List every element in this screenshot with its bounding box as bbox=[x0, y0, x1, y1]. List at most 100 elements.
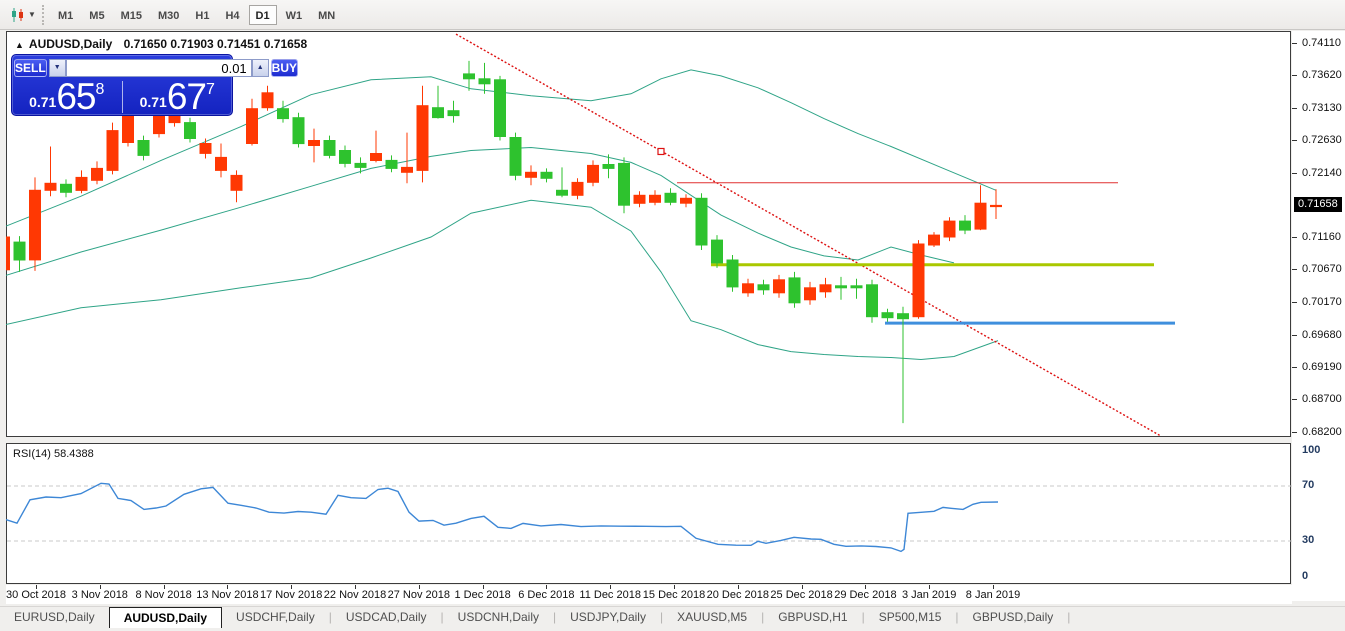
tab-separator: | bbox=[1067, 610, 1071, 624]
price-axis[interactable]: 0.74110 0.73620 0.73130 0.72630 0.72140 0.711… bbox=[1292, 31, 1345, 601]
candle-body bbox=[897, 313, 909, 320]
price-tick-mark bbox=[1292, 366, 1297, 368]
candle-body bbox=[587, 164, 599, 183]
timeframe-button-mn[interactable]: MN bbox=[311, 5, 342, 25]
buy-price[interactable]: 0.71 67 7 bbox=[123, 78, 233, 115]
chart-tab-gbpusd[interactable]: GBPUSD,Daily bbox=[959, 607, 1068, 628]
timeframe-button-h4[interactable]: H4 bbox=[218, 5, 246, 25]
price-tick-label: 0.71160 bbox=[1302, 231, 1341, 244]
candle-body bbox=[726, 259, 739, 288]
candle-body bbox=[835, 285, 847, 289]
trendline-handle[interactable] bbox=[657, 147, 665, 156]
date-tick-label: 8 Jan 2019 bbox=[965, 589, 1021, 601]
chart-tab-sp500[interactable]: SP500,M15 bbox=[865, 607, 956, 628]
bollinger-lower-band bbox=[6, 199, 999, 361]
timeframe-buttons: M1 M5 M15 M30 H1 H4 D1 W1 MN bbox=[50, 4, 343, 25]
symbol-period-label: AUDUSD,Daily bbox=[28, 37, 113, 51]
candle-body bbox=[618, 162, 630, 206]
candle-body bbox=[246, 108, 258, 144]
timeframe-toolbar: ▼ M1 M5 M15 M30 H1 H4 D1 W1 MN bbox=[0, 0, 1345, 30]
chart-tab-usdcad[interactable]: USDCAD,Daily bbox=[332, 607, 441, 628]
timeframe-button-d1[interactable]: D1 bbox=[248, 4, 277, 25]
chart-tab-usdjpy[interactable]: USDJPY,Daily bbox=[556, 607, 660, 628]
price-tick-label: 0.69680 bbox=[1302, 328, 1342, 341]
candlestick-chart-icon[interactable]: ▼ bbox=[8, 3, 38, 27]
candle-body bbox=[959, 220, 971, 231]
chevron-down-icon: ▼ bbox=[28, 10, 36, 19]
rsi-pane[interactable]: RSI(14) 58.4388 bbox=[6, 443, 1293, 586]
price-tick-label: 0.70170 bbox=[1302, 296, 1342, 309]
candle-body bbox=[447, 110, 460, 117]
date-tick-label: 27 Nov 2018 bbox=[387, 589, 450, 601]
timeframe-button-w1[interactable]: W1 bbox=[279, 5, 310, 25]
descending-trendline[interactable] bbox=[455, 33, 1162, 437]
timeframe-button-m1[interactable]: M1 bbox=[51, 5, 80, 25]
sell-price[interactable]: 0.71 65 8 bbox=[12, 76, 122, 117]
candle-body bbox=[602, 164, 615, 169]
chart-tab-gbpusd[interactable]: GBPUSD,H1 bbox=[764, 607, 861, 628]
date-tick-label: 30 Oct 2018 bbox=[6, 589, 66, 601]
date-axis[interactable]: 30 Oct 2018 3 Nov 2018 8 Nov 2018 13 Nov 20… bbox=[6, 585, 1292, 604]
chart-tab-xauusd[interactable]: XAUUSD,M5 bbox=[663, 607, 761, 628]
date-tick-label: 29 Dec 2018 bbox=[834, 589, 897, 601]
candle-body bbox=[416, 105, 429, 171]
candle-body bbox=[990, 204, 1002, 208]
price-tick-mark bbox=[1292, 140, 1297, 142]
price-tick-mark bbox=[1292, 75, 1297, 77]
candle-body bbox=[339, 150, 351, 164]
price-tick-mark bbox=[1292, 334, 1297, 336]
date-tick-label: 25 Dec 2018 bbox=[770, 589, 833, 601]
volume-input[interactable] bbox=[65, 59, 252, 77]
buy-price-pip: 7 bbox=[206, 81, 215, 98]
candlestick-chart-pane[interactable]: ▲ AUDUSD,Daily 0.71650 0.71903 0.71451 0.… bbox=[6, 31, 1291, 437]
candle-body bbox=[711, 239, 723, 264]
chart-tab-eurusd[interactable]: EURUSD,Daily bbox=[0, 607, 109, 628]
candle-body bbox=[478, 78, 491, 85]
bollinger-middle-band bbox=[6, 146, 955, 276]
candle-body bbox=[385, 159, 398, 169]
date-tick-label: 22 Nov 2018 bbox=[323, 589, 387, 601]
price-tick-label: 0.73620 bbox=[1302, 69, 1342, 82]
rsi-tick-label: 70 bbox=[1302, 479, 1315, 492]
price-tick-label: 0.68700 bbox=[1302, 393, 1342, 406]
date-tick-label: 17 Nov 2018 bbox=[259, 589, 323, 601]
candle-body bbox=[323, 140, 336, 156]
rsi-tick-label: 30 bbox=[1302, 534, 1315, 547]
candle-body bbox=[742, 283, 754, 294]
buy-price-prefix: 0.71 bbox=[139, 94, 167, 110]
candle-body bbox=[354, 162, 367, 168]
rsi-canvas[interactable] bbox=[6, 443, 1293, 586]
candle-body bbox=[850, 285, 863, 289]
date-tick-label: 13 Nov 2018 bbox=[196, 589, 259, 601]
rsi-tick-label: 0 bbox=[1302, 570, 1309, 582]
one-click-trading-panel: SELL ▼ ▲ BUY 0.71658 0.71677 bbox=[11, 54, 299, 117]
collapse-arrow-icon[interactable]: ▲ bbox=[15, 40, 24, 50]
sell-price-main: 65 bbox=[56, 76, 96, 117]
chart-tab-usdchf[interactable]: USDCHF,Daily bbox=[222, 607, 329, 628]
candle-body bbox=[29, 189, 41, 261]
candle-body bbox=[943, 220, 956, 238]
volume-down-button[interactable]: ▼ bbox=[48, 59, 66, 77]
date-tick-label: 6 Dec 2018 bbox=[518, 589, 575, 601]
candle-body bbox=[308, 140, 320, 146]
price-tick-mark bbox=[1292, 399, 1297, 401]
candle-body bbox=[912, 243, 925, 318]
chart-tab-bar: EURUSD,Daily AUDUSD,Daily USDCHF,Daily | USD… bbox=[0, 606, 1345, 628]
candle-body bbox=[261, 92, 274, 109]
candle-body bbox=[292, 117, 305, 145]
timeframe-button-m30[interactable]: M30 bbox=[151, 5, 186, 25]
timeframe-button-h1[interactable]: H1 bbox=[188, 5, 216, 25]
candle-body bbox=[184, 122, 196, 139]
chart-tab-audusd[interactable]: AUDUSD,Daily bbox=[108, 607, 223, 628]
chart-tab-usdcnh[interactable]: USDCNH,Daily bbox=[444, 607, 553, 628]
timeframe-button-m5[interactable]: M5 bbox=[82, 5, 111, 25]
candle-body bbox=[866, 284, 878, 318]
sell-button[interactable]: SELL bbox=[14, 59, 47, 77]
candle-body bbox=[695, 197, 708, 246]
toolbar-grip[interactable] bbox=[42, 4, 44, 25]
candle-body bbox=[370, 153, 382, 161]
volume-up-button[interactable]: ▲ bbox=[251, 59, 269, 77]
buy-button[interactable]: BUY bbox=[270, 59, 299, 77]
timeframe-button-m15[interactable]: M15 bbox=[114, 5, 149, 25]
candle-body bbox=[13, 241, 26, 261]
